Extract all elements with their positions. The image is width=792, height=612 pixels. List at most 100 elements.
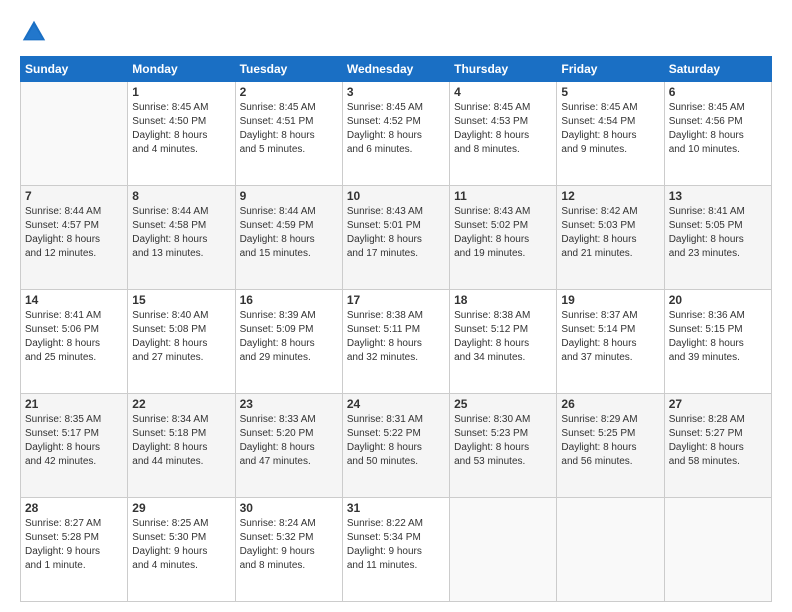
- day-number: 3: [347, 85, 445, 99]
- day-info: Sunrise: 8:43 AMSunset: 5:02 PMDaylight:…: [454, 205, 552, 261]
- calendar-cell: 31 Sunrise: 8:22 AMSunset: 5:34 PMDayligh…: [342, 498, 449, 602]
- calendar-cell: 16 Sunrise: 8:39 AMSunset: 5:09 PMDayligh…: [235, 290, 342, 394]
- calendar-cell: 21 Sunrise: 8:35 AMSunset: 5:17 PMDayligh…: [21, 394, 128, 498]
- calendar-cell: 20 Sunrise: 8:36 AMSunset: 5:15 PMDayligh…: [664, 290, 771, 394]
- calendar-cell: 10 Sunrise: 8:43 AMSunset: 5:01 PMDayligh…: [342, 186, 449, 290]
- calendar-cell: 19 Sunrise: 8:37 AMSunset: 5:14 PMDayligh…: [557, 290, 664, 394]
- weekday-header-row: SundayMondayTuesdayWednesdayThursdayFrid…: [21, 57, 772, 82]
- header: [20, 18, 772, 46]
- day-number: 5: [561, 85, 659, 99]
- day-info: Sunrise: 8:34 AMSunset: 5:18 PMDaylight:…: [132, 413, 230, 469]
- day-info: Sunrise: 8:45 AMSunset: 4:50 PMDaylight:…: [132, 101, 230, 157]
- day-number: 12: [561, 189, 659, 203]
- logo: [20, 18, 52, 46]
- day-info: Sunrise: 8:45 AMSunset: 4:54 PMDaylight:…: [561, 101, 659, 157]
- day-number: 31: [347, 501, 445, 515]
- calendar-cell: 13Sunrise: 8:41 AMSunset: 5:05 PMDayligh…: [664, 186, 771, 290]
- calendar-cell: 14 Sunrise: 8:41 AMSunset: 5:06 PMDayligh…: [21, 290, 128, 394]
- day-number: 24: [347, 397, 445, 411]
- day-info: Sunrise: 8:45 AMSunset: 4:53 PMDaylight:…: [454, 101, 552, 157]
- day-info: Sunrise: 8:37 AMSunset: 5:14 PMDaylight:…: [561, 309, 659, 365]
- day-info: Sunrise: 8:30 AMSunset: 5:23 PMDaylight:…: [454, 413, 552, 469]
- day-number: 18: [454, 293, 552, 307]
- weekday-header-tuesday: Tuesday: [235, 57, 342, 82]
- day-number: 6: [669, 85, 767, 99]
- day-number: 2: [240, 85, 338, 99]
- calendar-cell: 18 Sunrise: 8:38 AMSunset: 5:12 PMDayligh…: [450, 290, 557, 394]
- day-number: 20: [669, 293, 767, 307]
- calendar-row-2: 14 Sunrise: 8:41 AMSunset: 5:06 PMDayligh…: [21, 290, 772, 394]
- calendar-cell: 25 Sunrise: 8:30 AMSunset: 5:23 PMDayligh…: [450, 394, 557, 498]
- day-number: 26: [561, 397, 659, 411]
- weekday-header-thursday: Thursday: [450, 57, 557, 82]
- calendar-cell: 30 Sunrise: 8:24 AMSunset: 5:32 PMDayligh…: [235, 498, 342, 602]
- calendar-cell: 26Sunrise: 8:29 AMSunset: 5:25 PMDayligh…: [557, 394, 664, 498]
- day-info: Sunrise: 8:36 AMSunset: 5:15 PMDaylight:…: [669, 309, 767, 365]
- day-info: Sunrise: 8:28 AMSunset: 5:27 PMDaylight:…: [669, 413, 767, 469]
- calendar-cell: 15Sunrise: 8:40 AMSunset: 5:08 PMDayligh…: [128, 290, 235, 394]
- calendar-cell: 8 Sunrise: 8:44 AMSunset: 4:58 PMDaylight…: [128, 186, 235, 290]
- calendar-cell: 2Sunrise: 8:45 AMSunset: 4:51 PMDaylight…: [235, 82, 342, 186]
- calendar-row-1: 7 Sunrise: 8:44 AMSunset: 4:57 PMDaylight…: [21, 186, 772, 290]
- day-info: Sunrise: 8:42 AMSunset: 5:03 PMDaylight:…: [561, 205, 659, 261]
- day-number: 11: [454, 189, 552, 203]
- day-number: 25: [454, 397, 552, 411]
- day-info: Sunrise: 8:27 AMSunset: 5:28 PMDaylight:…: [25, 517, 123, 573]
- day-info: Sunrise: 8:24 AMSunset: 5:32 PMDaylight:…: [240, 517, 338, 573]
- day-info: Sunrise: 8:44 AMSunset: 4:59 PMDaylight:…: [240, 205, 338, 261]
- day-info: Sunrise: 8:43 AMSunset: 5:01 PMDaylight:…: [347, 205, 445, 261]
- day-info: Sunrise: 8:45 AMSunset: 4:56 PMDaylight:…: [669, 101, 767, 157]
- calendar-cell: 5 Sunrise: 8:45 AMSunset: 4:54 PMDaylight…: [557, 82, 664, 186]
- day-number: 17: [347, 293, 445, 307]
- day-number: 15: [132, 293, 230, 307]
- day-info: Sunrise: 8:41 AMSunset: 5:06 PMDaylight:…: [25, 309, 123, 365]
- calendar-cell: 29 Sunrise: 8:25 AMSunset: 5:30 PMDayligh…: [128, 498, 235, 602]
- calendar-cell: 22 Sunrise: 8:34 AMSunset: 5:18 PMDayligh…: [128, 394, 235, 498]
- calendar-cell: 7 Sunrise: 8:44 AMSunset: 4:57 PMDaylight…: [21, 186, 128, 290]
- day-number: 19: [561, 293, 659, 307]
- calendar-cell: 6 Sunrise: 8:45 AMSunset: 4:56 PMDaylight…: [664, 82, 771, 186]
- day-number: 7: [25, 189, 123, 203]
- day-info: Sunrise: 8:25 AMSunset: 5:30 PMDaylight:…: [132, 517, 230, 573]
- calendar-row-0: 1 Sunrise: 8:45 AMSunset: 4:50 PMDaylight…: [21, 82, 772, 186]
- day-number: 28: [25, 501, 123, 515]
- weekday-header-monday: Monday: [128, 57, 235, 82]
- day-number: 22: [132, 397, 230, 411]
- day-info: Sunrise: 8:44 AMSunset: 4:57 PMDaylight:…: [25, 205, 123, 261]
- day-number: 4: [454, 85, 552, 99]
- calendar-cell: [664, 498, 771, 602]
- day-info: Sunrise: 8:44 AMSunset: 4:58 PMDaylight:…: [132, 205, 230, 261]
- calendar-cell: 12 Sunrise: 8:42 AMSunset: 5:03 PMDayligh…: [557, 186, 664, 290]
- calendar-row-4: 28 Sunrise: 8:27 AMSunset: 5:28 PMDayligh…: [21, 498, 772, 602]
- day-number: 29: [132, 501, 230, 515]
- day-number: 30: [240, 501, 338, 515]
- day-number: 16: [240, 293, 338, 307]
- day-info: Sunrise: 8:22 AMSunset: 5:34 PMDaylight:…: [347, 517, 445, 573]
- calendar-cell: 17 Sunrise: 8:38 AMSunset: 5:11 PMDayligh…: [342, 290, 449, 394]
- logo-icon: [20, 18, 48, 46]
- calendar-cell: 4 Sunrise: 8:45 AMSunset: 4:53 PMDaylight…: [450, 82, 557, 186]
- day-info: Sunrise: 8:41 AMSunset: 5:05 PMDaylight:…: [669, 205, 767, 261]
- day-number: 27: [669, 397, 767, 411]
- day-number: 10: [347, 189, 445, 203]
- calendar-row-3: 21 Sunrise: 8:35 AMSunset: 5:17 PMDayligh…: [21, 394, 772, 498]
- day-number: 21: [25, 397, 123, 411]
- day-number: 9: [240, 189, 338, 203]
- calendar-cell: 23Sunrise: 8:33 AMSunset: 5:20 PMDayligh…: [235, 394, 342, 498]
- day-number: 14: [25, 293, 123, 307]
- weekday-header-wednesday: Wednesday: [342, 57, 449, 82]
- day-info: Sunrise: 8:39 AMSunset: 5:09 PMDaylight:…: [240, 309, 338, 365]
- calendar-cell: 24 Sunrise: 8:31 AMSunset: 5:22 PMDayligh…: [342, 394, 449, 498]
- day-info: Sunrise: 8:35 AMSunset: 5:17 PMDaylight:…: [25, 413, 123, 469]
- day-number: 8: [132, 189, 230, 203]
- day-info: Sunrise: 8:38 AMSunset: 5:12 PMDaylight:…: [454, 309, 552, 365]
- calendar-cell: [557, 498, 664, 602]
- weekday-header-sunday: Sunday: [21, 57, 128, 82]
- day-number: 1: [132, 85, 230, 99]
- calendar-cell: 27 Sunrise: 8:28 AMSunset: 5:27 PMDayligh…: [664, 394, 771, 498]
- calendar: SundayMondayTuesdayWednesdayThursdayFrid…: [20, 56, 772, 602]
- day-info: Sunrise: 8:38 AMSunset: 5:11 PMDaylight:…: [347, 309, 445, 365]
- day-info: Sunrise: 8:31 AMSunset: 5:22 PMDaylight:…: [347, 413, 445, 469]
- calendar-cell: 9 Sunrise: 8:44 AMSunset: 4:59 PMDaylight…: [235, 186, 342, 290]
- weekday-header-friday: Friday: [557, 57, 664, 82]
